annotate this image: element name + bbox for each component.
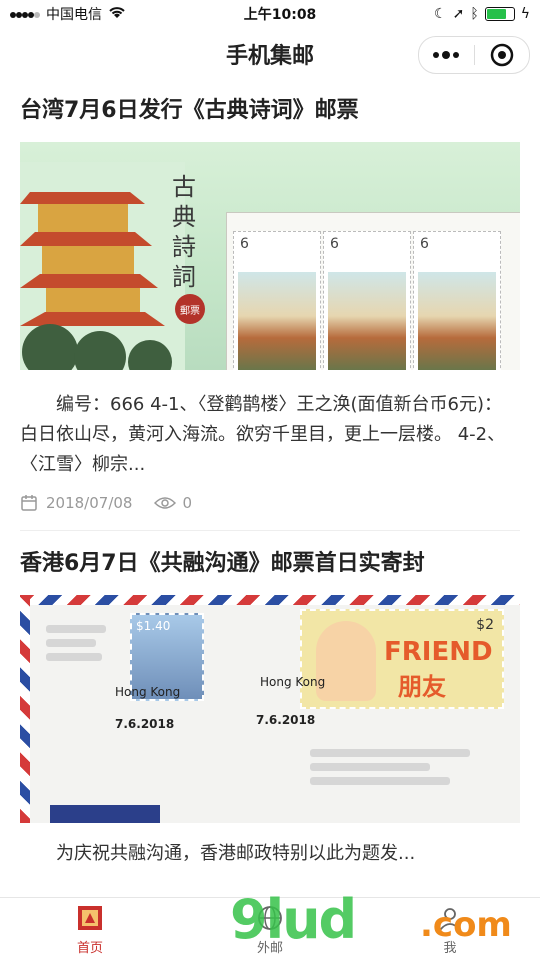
stamp: 6 <box>323 231 411 370</box>
miniprogram-capsule <box>418 36 530 74</box>
view-count: 0 <box>182 494 193 512</box>
postmark-date: 7.6.2018 <box>115 717 175 731</box>
article-card[interactable]: 香港6月7日《共融沟通》邮票首日实寄封 $1.40 $2 FRIEND 朋友 H… <box>0 549 540 869</box>
stamp2-value: $2 <box>476 617 494 633</box>
more-icon <box>433 51 460 59</box>
article-title[interactable]: 台湾7月6日发行《古典诗词》邮票 <box>20 96 520 126</box>
status-time: 上午10:08 <box>243 7 317 23</box>
tab-home[interactable]: 首页 <box>0 898 180 960</box>
pagoda-illustration <box>20 162 185 370</box>
article-image[interactable]: 古典詩詞 郵票 6 6 6 <box>20 142 520 370</box>
envelope-flap <box>50 805 160 823</box>
article-image[interactable]: $1.40 $2 FRIEND 朋友 Hong Kong 7.6.2018 Ho… <box>20 595 520 823</box>
stamp2-text: FRIEND <box>384 637 493 667</box>
bluetooth-icon: ᛒ <box>470 6 479 22</box>
wifi-icon <box>108 5 126 23</box>
postmark-place: Hong Kong <box>115 685 181 699</box>
seal-stamp: 郵票 <box>175 294 205 324</box>
carrier-label: 中国电信 <box>46 7 102 23</box>
stamp: 6 <box>413 231 501 370</box>
more-button[interactable] <box>419 51 474 59</box>
eye-icon <box>154 497 177 509</box>
stamp2-text-cn: 朋友 <box>398 673 446 701</box>
airmail-border <box>20 595 520 605</box>
watermark-logo: 9lud <box>230 888 357 951</box>
stamp-sheet: 6 6 6 <box>226 212 520 370</box>
article-summary[interactable]: 编号：666 4-1、〈登鹳鹊楼〉王之涣(面值新台币6元)： 白日依山尽，黄河入… <box>20 390 520 480</box>
battery-icon <box>484 7 515 21</box>
stamp-hk-2: $2 FRIEND 朋友 <box>300 609 504 709</box>
calligraphy-text: 古典詩詞 <box>172 173 196 291</box>
article-card[interactable]: 台湾7月6日发行《古典诗词》邮票 古典詩詞 郵票 6 6 6 编号：666 4-… <box>0 96 540 531</box>
calendar-icon <box>21 495 37 511</box>
signal-icon <box>10 6 40 22</box>
charging-icon: ϟ <box>520 6 530 22</box>
article-title[interactable]: 香港6月7日《共融沟通》邮票首日实寄封 <box>20 549 520 579</box>
article-summary[interactable]: 为庆祝共融沟通，香港邮政特别以此为题发... <box>20 839 520 869</box>
article-meta: 2018/07/08 0 <box>20 494 520 531</box>
stamp1-value: $1.40 <box>136 619 171 633</box>
watermark-domain: .com <box>420 905 512 945</box>
stamp-value: 6 <box>240 236 249 252</box>
close-target-icon <box>490 43 513 67</box>
stamp-home-icon <box>75 903 105 933</box>
location-icon: ➚ <box>452 6 465 22</box>
postmark-date: 7.6.2018 <box>256 713 316 727</box>
article-date: 2018/07/08 <box>46 494 133 512</box>
stamp-value: 6 <box>330 236 339 252</box>
nav-bar: 手机集邮 <box>0 28 540 80</box>
tab-label: 首页 <box>76 940 103 956</box>
stamp-value: 6 <box>420 236 429 252</box>
moon-icon: ☾ <box>434 6 447 22</box>
postmark-place: Hong Kong <box>260 675 326 689</box>
status-bar: 中国电信 上午10:08 ☾ ➚ ᛒ ϟ <box>0 0 540 28</box>
girl-illustration <box>316 621 376 701</box>
close-button[interactable] <box>475 43 530 67</box>
article-feed[interactable]: 台湾7月6日发行《古典诗词》邮票 古典詩詞 郵票 6 6 6 编号：666 4-… <box>0 80 540 898</box>
stamp: 6 <box>233 231 321 370</box>
airmail-border <box>20 595 30 823</box>
page-title: 手机集邮 <box>225 44 314 69</box>
